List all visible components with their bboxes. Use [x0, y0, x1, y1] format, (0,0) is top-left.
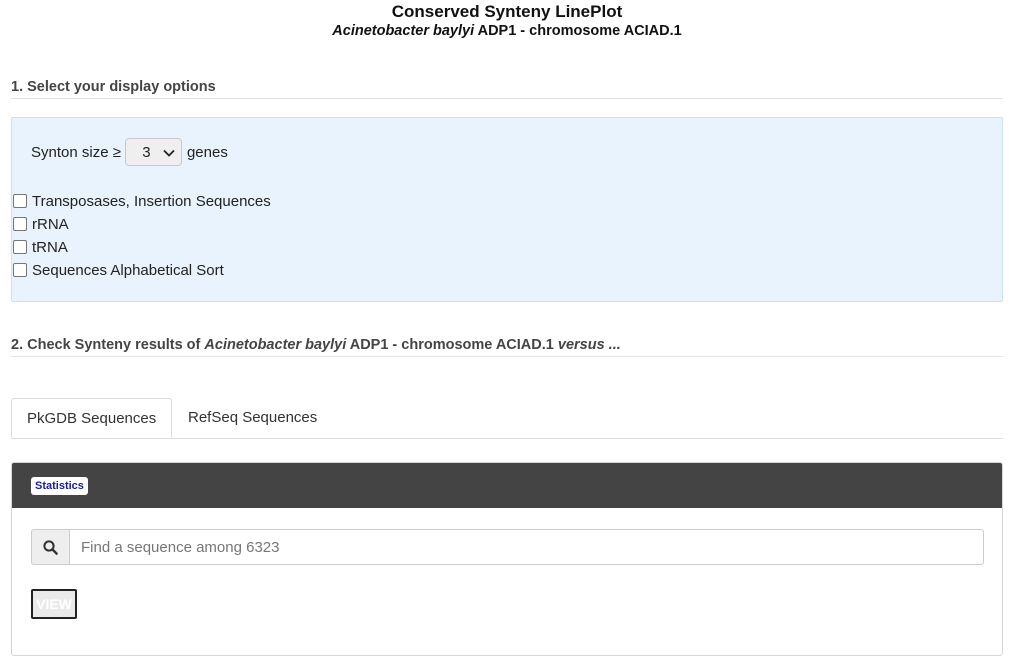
heading-middle: ADP1 - chromosome ACIAD.1 — [346, 337, 558, 353]
synton-size-label: Synton size ≥ — [31, 143, 121, 161]
tab-refseq-sequences[interactable]: RefSeq Sequences — [173, 398, 332, 437]
results-panel-header: Statistics — [12, 463, 1002, 508]
checkbox-row-transposases: Transposases, Insertion Sequences — [12, 191, 271, 211]
search-icon — [31, 529, 69, 565]
heading-versus: versus ... — [557, 337, 621, 353]
sequence-search-group — [31, 529, 984, 565]
sequence-tabs: PkGDB Sequences RefSeq Sequences — [11, 398, 1003, 439]
synton-size-unit: genes — [186, 143, 228, 161]
results-panel: Statistics VIEW — [11, 462, 1003, 656]
checkbox-label-transposases: Transposases, Insertion Sequences — [32, 192, 271, 210]
tab-pkgdb-sequences[interactable]: PkGDB Sequences — [11, 398, 173, 438]
checkbox-label-rrna: rRNA — [32, 215, 69, 233]
heading-species: Acinetobacter baylyi — [204, 337, 347, 353]
sequence-search-input[interactable] — [69, 529, 984, 565]
subtitle-rest: ADP1 - chromosome ACIAD.1 — [474, 23, 682, 39]
checkbox-alphabetical-sort[interactable] — [13, 263, 27, 277]
view-button[interactable]: VIEW — [31, 589, 77, 619]
checkbox-row-trna: tRNA — [12, 237, 68, 257]
synton-size-value: 3 — [142, 143, 151, 161]
heading-prefix: 2. Check Synteny results of — [11, 337, 205, 353]
checkbox-row-rrna: rRNA — [12, 214, 69, 234]
section-heading-display-options: 1. Select your display options — [11, 79, 1003, 99]
statistics-badge[interactable]: Statistics — [31, 477, 88, 495]
section-heading-synteny-results: 2. Check Synteny results of Acinetobacte… — [11, 337, 1003, 357]
checkbox-transposases[interactable] — [13, 194, 27, 208]
checkbox-trna[interactable] — [13, 240, 27, 254]
chevron-down-icon — [163, 144, 181, 161]
display-options-panel: Synton size ≥ 3 genes Transposases, Inse… — [11, 117, 1003, 302]
checkbox-label-alphabetical-sort: Sequences Alphabetical Sort — [32, 261, 224, 279]
synton-size-row: Synton size ≥ 3 genes — [31, 137, 228, 167]
checkbox-label-trna: tRNA — [32, 238, 68, 256]
synton-size-select[interactable]: 3 — [124, 138, 182, 166]
page-subtitle: Acinetobacter baylyi ADP1 - chromosome A… — [0, 23, 1014, 39]
checkbox-rrna[interactable] — [13, 217, 27, 231]
page-title: Conserved Synteny LinePlot — [391, 2, 623, 21]
checkbox-row-alphabetical-sort: Sequences Alphabetical Sort — [12, 260, 224, 280]
subtitle-species: Acinetobacter baylyi — [332, 23, 475, 39]
